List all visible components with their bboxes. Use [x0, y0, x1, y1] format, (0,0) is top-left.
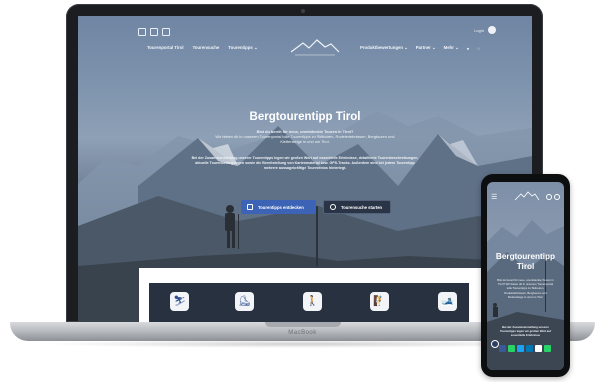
- rodel-icon[interactable]: ⛸: [235, 292, 254, 311]
- laptop-screen: Login Tourenportal Tirol Tourensuche Tou…: [78, 16, 532, 322]
- search-icon: [330, 204, 336, 210]
- discover-tips-button[interactable]: Tourentipps entdecken: [241, 200, 316, 214]
- start-search-button[interactable]: Tourensuche starten: [323, 200, 391, 214]
- nav-tourensuche[interactable]: Tourensuche: [193, 45, 220, 51]
- camera: [301, 9, 305, 13]
- kletter-icon[interactable]: 🧗: [370, 292, 389, 311]
- discover-tips-label: Tourentipps entdecken: [258, 204, 304, 210]
- wander-icon[interactable]: 🚶: [303, 292, 322, 311]
- hero-body: Bei der Zusammenstellung unserer Tourent…: [191, 156, 419, 171]
- phone-header-icons: [546, 194, 560, 200]
- mail-icon[interactable]: [162, 28, 170, 36]
- hero-intro: Bist du bereit für neue, unentdeckte Tou…: [208, 129, 402, 145]
- skitour-icon[interactable]: ⛷: [170, 292, 189, 311]
- linkedin-share-icon[interactable]: [526, 345, 533, 352]
- scroll-button[interactable]: [491, 340, 499, 348]
- facebook-share-icon[interactable]: [499, 345, 506, 352]
- login-label[interactable]: Login: [474, 28, 484, 33]
- mail-share-icon[interactable]: [535, 345, 542, 352]
- social-links: [138, 28, 170, 36]
- list-icon: [247, 204, 253, 210]
- search-icon[interactable]: [546, 194, 552, 200]
- facebook-icon[interactable]: [138, 28, 146, 36]
- nav-partner[interactable]: Partner ⌄: [416, 45, 436, 51]
- nav-tourenportal[interactable]: Tourenportal Tirol: [147, 45, 184, 51]
- start-search-label: Tourensuche starten: [341, 204, 383, 210]
- phone-title: Bergtourentipp Tirol: [495, 252, 556, 271]
- nav-mehr[interactable]: Mehr ⌄: [444, 45, 459, 51]
- phone-body: Bei der Zusammenstellung unserer Tourent…: [499, 325, 552, 338]
- menu-icon[interactable]: ☰: [491, 193, 497, 201]
- nav-tourentipps[interactable]: Tourentipps ⌄: [228, 45, 257, 51]
- user-icon[interactable]: [488, 26, 496, 34]
- hero-intro-text: Wir bieten dir in unserem Tourenportal t…: [215, 134, 395, 145]
- ski-icon[interactable]: 🎿: [438, 292, 457, 311]
- phone-logo[interactable]: [514, 191, 540, 203]
- twitter-share-icon[interactable]: [517, 345, 524, 352]
- share-icon[interactable]: [544, 345, 551, 352]
- main-nav-left: Tourenportal Tirol Tourensuche Tourentip…: [147, 45, 258, 51]
- site-logo[interactable]: [289, 38, 341, 58]
- instagram-icon[interactable]: [150, 28, 158, 36]
- share-dock: [499, 345, 551, 352]
- hero-title: Bergtourentipp Tirol: [249, 111, 361, 123]
- base-notch: [265, 322, 341, 327]
- nav-produktbewertungen[interactable]: Produktbewertungen ⌄: [360, 45, 408, 51]
- phone-notch: [512, 178, 539, 182]
- main-nav-right: Produktbewertungen ⌄ Partner ⌄ Mehr ⌄ ● …: [360, 45, 480, 51]
- login-area[interactable]: Login: [474, 26, 496, 34]
- phone-intro: Bist du bereit für neue, unentdeckte Tou…: [497, 278, 554, 299]
- user-icon[interactable]: [554, 194, 560, 200]
- phone-screen: ☰ Bergtourentipp Tirol Bist du bereit fü…: [487, 182, 564, 370]
- whatsapp-share-icon[interactable]: [508, 345, 515, 352]
- search-icon[interactable]: ○: [477, 46, 480, 51]
- location-icon[interactable]: ●: [467, 46, 470, 51]
